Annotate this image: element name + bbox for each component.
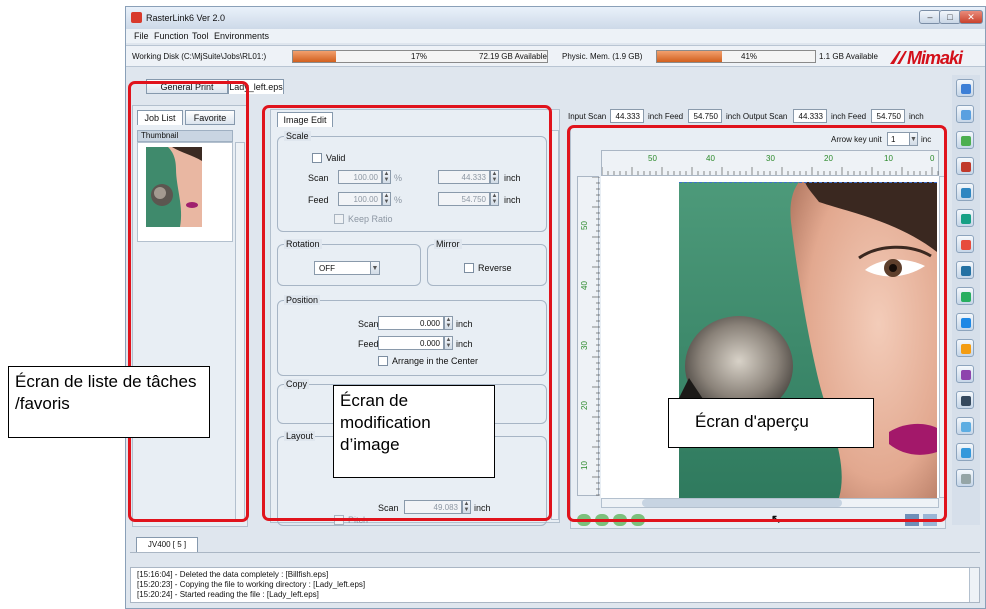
output-scan-label: inch Output Scan — [726, 112, 788, 121]
output-feed-label: inch Feed — [831, 112, 867, 121]
disk-usage-percent: 17% — [411, 52, 428, 61]
job-assist-icon-glyph — [961, 110, 971, 120]
layout-icon[interactable] — [956, 183, 974, 201]
maximize-button[interactable]: □ — [939, 10, 961, 24]
output-feed-value: 54.750 — [871, 109, 905, 123]
input-scan-value: 44.333 — [610, 109, 644, 123]
window-title: RasterLink6 Ver 2.0 — [146, 13, 226, 23]
working-disk-label: Working Disk (C:\MjSuite\Jobs\RL01:) — [132, 52, 267, 61]
input-scan-label: Input Scan — [568, 112, 607, 121]
input-feed-value: 54.750 — [688, 109, 722, 123]
log-line: [15:20:24] - Started reading the file : … — [137, 590, 319, 599]
memory-usage-fill — [657, 51, 722, 62]
log-scrollbar[interactable] — [969, 568, 979, 602]
callout-preview: Écran d'aperçu — [668, 398, 874, 448]
color-adjust-icon[interactable] — [956, 313, 974, 331]
delete-icon[interactable] — [956, 469, 974, 487]
layout-icon-glyph — [961, 188, 971, 198]
log-panel: [15:16:04] - Deleted the data completely… — [130, 567, 980, 603]
mimaki-logo: Mimaki — [907, 48, 963, 68]
title-bar: RasterLink6 Ver 2.0 – □ ✕ — [126, 7, 985, 29]
minimize-button[interactable]: – — [919, 10, 941, 24]
memory-label: Physic. Mem. (1.9 GB) — [562, 52, 643, 61]
print-icon-glyph — [961, 396, 971, 406]
preview-size-bar: Input Scan 44.333 inch Feed 54.750 inch … — [568, 109, 944, 125]
print-condition-icon[interactable] — [956, 131, 974, 149]
image-edit-scrollbar[interactable] — [551, 130, 559, 520]
close-button[interactable]: ✕ — [959, 10, 983, 24]
memory-available: 1.1 GB Available — [819, 52, 879, 61]
color-replace-icon-glyph — [961, 344, 971, 354]
job-list-highlight — [128, 81, 249, 522]
print-icon[interactable] — [956, 391, 974, 409]
job-assist-icon[interactable] — [956, 105, 974, 123]
tab-printer[interactable]: JV400 [ 5 ] — [136, 537, 198, 552]
tiling-icon-glyph — [961, 266, 971, 276]
info-icon-glyph — [961, 84, 971, 94]
output-unit: inch — [909, 112, 924, 121]
disk-available: 72.19 GB Available — [479, 52, 547, 61]
multiple-copy-icon[interactable] — [956, 209, 974, 227]
app-icon — [131, 12, 142, 23]
add-special-color-icon[interactable] — [956, 287, 974, 305]
delete-icon-glyph — [961, 474, 971, 484]
callout-image-edit: Écran de modification d’image — [333, 385, 495, 478]
disk-usage-fill — [293, 51, 337, 62]
preview-highlight — [567, 125, 947, 522]
memory-usage-percent: 41% — [741, 52, 758, 61]
output-scan-value: 44.333 — [793, 109, 827, 123]
info-icon[interactable] — [956, 79, 974, 97]
menu-environments[interactable]: Environments — [214, 31, 269, 41]
status-bar: Working Disk (C:\MjSuite\Jobs\RL01:) 17%… — [126, 45, 985, 68]
callout-job-list: Écran de liste de tâches /favoris — [8, 366, 210, 438]
menu-tool[interactable]: Tool — [192, 31, 209, 41]
add-special-color-icon-glyph — [961, 292, 971, 302]
log-divider[interactable] — [130, 552, 980, 558]
cut-icon-glyph — [961, 240, 971, 250]
multiple-copy-icon-glyph — [961, 214, 971, 224]
color-adjust-icon-glyph — [961, 318, 971, 328]
menu-bar: File Function Tool Environments — [126, 29, 985, 43]
log-line: [15:20:23] - Copying the file to working… — [137, 580, 366, 589]
copy-job-icon[interactable] — [956, 417, 974, 435]
menu-function[interactable]: Function — [154, 31, 189, 41]
color-separation-icon-glyph — [961, 162, 971, 172]
cut-icon[interactable] — [956, 235, 974, 253]
memory-usage-bar: 41% — [656, 50, 816, 63]
color-replace-icon[interactable] — [956, 339, 974, 357]
export-icon-glyph — [961, 448, 971, 458]
print-condition-icon-glyph — [961, 136, 971, 146]
tab-printer-label: JV400 [ 5 ] — [147, 540, 187, 549]
image-compose-icon[interactable] — [956, 365, 974, 383]
image-compose-icon-glyph — [961, 370, 971, 380]
input-feed-label: inch Feed — [648, 112, 684, 121]
menu-file[interactable]: File — [134, 31, 149, 41]
export-icon[interactable] — [956, 443, 974, 461]
log-line: [15:16:04] - Deleted the data completely… — [137, 570, 329, 579]
function-toolbar — [952, 75, 980, 525]
color-separation-icon[interactable] — [956, 157, 974, 175]
copy-job-icon-glyph — [961, 422, 971, 432]
mimaki-logo-mark — [890, 51, 907, 64]
tiling-icon[interactable] — [956, 261, 974, 279]
